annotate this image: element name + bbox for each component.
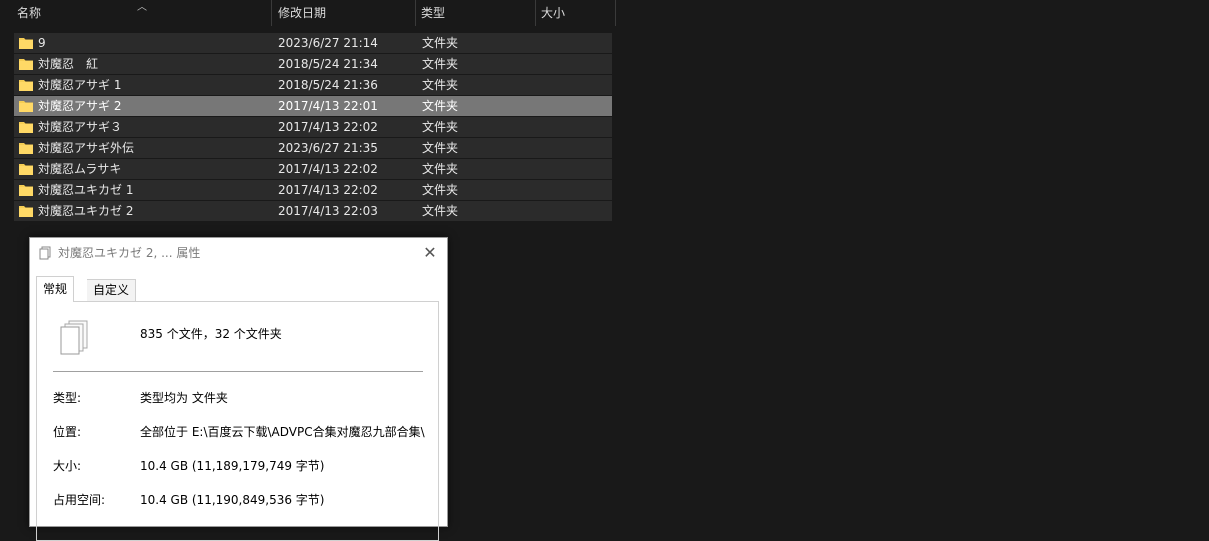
file-row[interactable]: 対魔忍ユキカゼ 1 2017/4/13 22:02 文件夹 (14, 180, 612, 200)
file-date: 2017/4/13 22:02 (278, 162, 378, 176)
file-type: 文件夹 (422, 57, 459, 71)
multiple-files-icon (60, 320, 88, 355)
folder-icon (19, 164, 33, 175)
sort-up-icon: ︿ (137, 2, 147, 13)
location-label: 位置: (53, 425, 82, 439)
column-header-bar: 名称 ︿ 修改日期 类型 大小 (0, 0, 616, 26)
file-row[interactable]: 対魔忍ムラサキ 2017/4/13 22:02 文件夹 (14, 159, 612, 179)
file-date: 2023/6/27 21:35 (278, 141, 378, 155)
folder-icon (19, 101, 33, 112)
column-header-date[interactable]: 修改日期 (272, 0, 416, 26)
file-name: 対魔忍 紅 (38, 57, 99, 71)
file-date: 2017/4/13 22:02 (278, 120, 378, 134)
properties-dialog: 対魔忍ユキカゼ 2, ... 属性 ✕ 常规 自定义 835 个文件，32 个文… (29, 237, 448, 541)
file-list: 9 2023/6/27 21:14 文件夹 対魔忍 紅 2018/5/24 21:34 文… (14, 33, 612, 222)
divider (53, 371, 423, 372)
column-header-date-label: 修改日期 (278, 6, 327, 20)
file-row[interactable]: 対魔忍ユキカゼ 2 2017/4/13 22:03 文件夹 (14, 201, 612, 221)
dialog-titlebar[interactable]: 対魔忍ユキカゼ 2, ... 属性 ✕ (30, 238, 447, 268)
folder-icon (19, 122, 33, 133)
location-value: 全部位于 E:\百度云下载\ADVPC合集对魔忍九部合集\ (140, 425, 425, 439)
type-label: 类型: (53, 391, 82, 405)
folder-icon (19, 38, 33, 49)
file-type: 文件夹 (422, 120, 459, 134)
file-type: 文件夹 (422, 183, 459, 197)
file-row[interactable]: 9 2023/6/27 21:14 文件夹 (14, 33, 612, 53)
file-name: 対魔忍アサギ３ (38, 120, 123, 134)
folder-icon (19, 185, 33, 196)
file-type: 文件夹 (422, 36, 459, 50)
disk-size-value: 10.4 GB (11,190,849,536 字节) (140, 493, 325, 507)
file-name: 9 (38, 36, 46, 50)
folder-icon (19, 80, 33, 91)
multiple-files-icon (39, 246, 51, 260)
column-header-name-label: 名称 (17, 6, 42, 20)
folder-icon (19, 206, 33, 217)
file-row[interactable]: 対魔忍アサギ３ 2017/4/13 22:02 文件夹 (14, 117, 612, 137)
file-name: 対魔忍アサギ 1 (38, 78, 122, 92)
file-name: 対魔忍ユキカゼ 2 (38, 204, 134, 218)
file-row[interactable]: 対魔忍アサギ外伝 2023/6/27 21:35 文件夹 (14, 138, 612, 158)
size-label: 大小: (53, 459, 82, 473)
file-row[interactable]: 対魔忍 紅 2018/5/24 21:34 文件夹 (14, 54, 612, 74)
file-date: 2017/4/13 22:03 (278, 204, 378, 218)
folder-icon (19, 59, 33, 70)
file-row[interactable]: 対魔忍アサギ 1 2018/5/24 21:36 文件夹 (14, 75, 612, 95)
file-date: 2017/4/13 22:01 (278, 99, 378, 113)
file-date: 2023/6/27 21:14 (278, 36, 378, 50)
file-name: 対魔忍アサギ 2 (38, 99, 122, 113)
selection-summary: 835 个文件，32 个文件夹 (140, 327, 282, 341)
close-button[interactable]: ✕ (419, 242, 441, 264)
file-type: 文件夹 (422, 99, 459, 113)
file-type: 文件夹 (422, 162, 459, 176)
column-header-size-label: 大小 (541, 6, 566, 20)
folder-icon (19, 143, 33, 154)
tab-custom[interactable]: 自定义 (87, 279, 137, 302)
dialog-title: 対魔忍ユキカゼ 2, ... 属性 (58, 246, 201, 260)
column-header-size[interactable]: 大小 (536, 0, 616, 26)
file-date: 2018/5/24 21:36 (278, 78, 378, 92)
file-date: 2017/4/13 22:02 (278, 183, 378, 197)
file-name: 対魔忍ムラサキ (38, 162, 122, 176)
column-header-type-label: 类型 (421, 6, 446, 20)
type-value: 类型均为 文件夹 (140, 391, 228, 405)
tab-general[interactable]: 常规 (36, 276, 75, 302)
file-name: 対魔忍アサギ外伝 (38, 141, 135, 155)
close-icon: ✕ (423, 243, 437, 262)
file-row[interactable]: 対魔忍アサギ 2 2017/4/13 22:01 文件夹 (14, 96, 612, 116)
file-type: 文件夹 (422, 204, 459, 218)
file-type: 文件夹 (422, 78, 459, 92)
file-type: 文件夹 (422, 141, 459, 155)
file-name: 対魔忍ユキカゼ 1 (38, 183, 134, 197)
column-header-name[interactable]: 名称 ︿ (0, 0, 272, 26)
file-date: 2018/5/24 21:34 (278, 57, 378, 71)
column-header-type[interactable]: 类型 (416, 0, 536, 26)
size-value: 10.4 GB (11,189,179,749 字节) (140, 459, 325, 473)
general-panel: 835 个文件，32 个文件夹 类型: 类型均为 文件夹 位置: 全部位于 E:… (36, 301, 439, 541)
disk-size-label: 占用空间: (53, 493, 106, 507)
